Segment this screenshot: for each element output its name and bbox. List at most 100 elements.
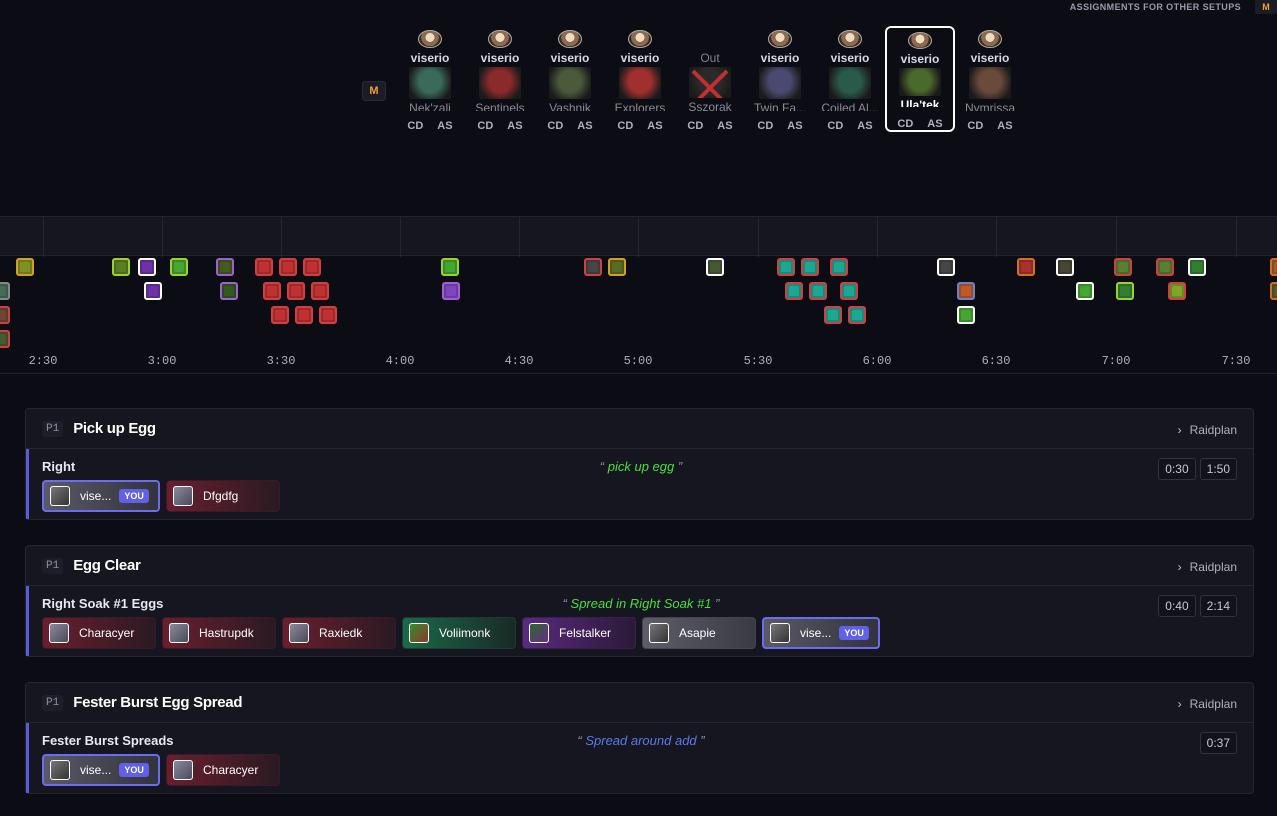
cd-tag[interactable]: CD <box>547 120 563 132</box>
time-pill[interactable]: 1:50 <box>1199 458 1237 480</box>
ability-icon[interactable] <box>138 258 156 276</box>
cd-tag[interactable]: CD <box>687 120 703 132</box>
ability-icon[interactable] <box>937 258 955 276</box>
ability-icon[interactable] <box>706 258 724 276</box>
ability-icon[interactable] <box>957 306 975 324</box>
ability-icon[interactable] <box>1017 258 1035 276</box>
ability-icon[interactable] <box>442 282 460 300</box>
time-pill[interactable]: 0:30 <box>1158 458 1196 480</box>
cd-tag[interactable]: CD <box>897 118 913 130</box>
as-tag[interactable]: AS <box>437 120 452 132</box>
cd-tag[interactable]: CD <box>757 120 773 132</box>
boss-card[interactable]: viserio Coiled Al... CD AS <box>815 26 885 132</box>
ability-icon[interactable] <box>319 306 337 324</box>
ability-icon[interactable] <box>279 258 297 276</box>
player-chip[interactable]: Characyer <box>42 617 156 649</box>
as-tag[interactable]: AS <box>787 120 802 132</box>
ability-icon[interactable] <box>608 258 626 276</box>
ability-icon[interactable] <box>1156 258 1174 276</box>
boss-card[interactable]: viserio Explorers CD AS <box>605 26 675 132</box>
player-chip[interactable]: vise... YOU <box>762 617 880 649</box>
ability-icon[interactable] <box>830 258 848 276</box>
raidplan-link[interactable]: › Raidplan <box>1178 697 1237 711</box>
as-tag[interactable]: AS <box>927 118 942 130</box>
cd-tag[interactable]: CD <box>407 120 423 132</box>
boss-card[interactable]: viserio Vashnik CD AS <box>535 26 605 132</box>
player-chip[interactable]: Raxiedk <box>282 617 396 649</box>
player-chip[interactable]: Voliimonk <box>402 617 516 649</box>
boss-name: Twin Fa... <box>753 100 806 111</box>
ability-icon[interactable] <box>263 282 281 300</box>
ability-icon[interactable] <box>112 258 130 276</box>
ability-icon[interactable] <box>144 282 162 300</box>
ability-icon[interactable] <box>1056 258 1074 276</box>
ability-icon[interactable] <box>0 282 10 300</box>
ability-icon[interactable] <box>1116 282 1134 300</box>
player-chip[interactable]: Dfgdfg <box>166 480 280 512</box>
ability-icon[interactable] <box>441 258 459 276</box>
ability-icon[interactable] <box>1076 282 1094 300</box>
difficulty-toggle-button[interactable]: M <box>1255 0 1277 14</box>
cd-tag[interactable]: CD <box>967 120 983 132</box>
ability-icon[interactable] <box>216 258 234 276</box>
as-tag[interactable]: AS <box>577 120 592 132</box>
ability-icon[interactable] <box>303 258 321 276</box>
player-name: viserio <box>620 51 660 66</box>
player-chip[interactable]: Hastrupdk <box>162 617 276 649</box>
as-tag[interactable]: AS <box>997 120 1012 132</box>
ability-icon[interactable] <box>809 282 827 300</box>
ability-icon[interactable] <box>271 306 289 324</box>
ability-icon[interactable] <box>295 306 313 324</box>
time-pill[interactable]: 0:40 <box>1158 595 1196 617</box>
ability-icon[interactable] <box>1188 258 1206 276</box>
ability-icon[interactable] <box>287 282 305 300</box>
player-chip[interactable]: vise... YOU <box>42 480 160 512</box>
timeline-tick-label: 6:00 <box>862 354 892 368</box>
ability-icon[interactable] <box>848 306 866 324</box>
ability-icon[interactable] <box>220 282 238 300</box>
ability-icon[interactable] <box>311 282 329 300</box>
ability-icon[interactable] <box>584 258 602 276</box>
boss-card[interactable]: viserio Sentinels CD AS <box>465 26 535 132</box>
time-pill[interactable]: 0:37 <box>1199 732 1237 754</box>
boss-card[interactable]: viserio Ula'tek CD AS <box>885 26 955 132</box>
ability-icon[interactable] <box>16 258 34 276</box>
as-tag[interactable]: AS <box>507 120 522 132</box>
player-chip[interactable]: Asapie <box>642 617 756 649</box>
boss-card[interactable]: viserio Twin Fa... CD AS <box>745 26 815 132</box>
ability-icon[interactable] <box>1270 258 1277 276</box>
other-setups-label[interactable]: ASSIGNMENTS FOR OTHER SETUPS <box>1070 2 1241 12</box>
ability-icon[interactable] <box>1168 282 1186 300</box>
cd-tag[interactable]: CD <box>617 120 633 132</box>
ability-icon[interactable] <box>785 282 803 300</box>
player-chip[interactable]: vise... YOU <box>42 754 160 786</box>
cd-tag[interactable]: CD <box>477 120 493 132</box>
ability-icon[interactable] <box>957 282 975 300</box>
as-tag[interactable]: AS <box>717 120 732 132</box>
ability-icon[interactable] <box>0 306 10 324</box>
boss-card[interactable]: Out Sszorak CD AS <box>675 26 745 132</box>
ability-icon[interactable] <box>1270 282 1277 300</box>
player-chip[interactable]: Characyer <box>166 754 280 786</box>
ability-icon[interactable] <box>1114 258 1132 276</box>
boss-card[interactable]: viserio Nymrissa CD AS <box>955 26 1025 132</box>
boss-card[interactable]: viserio Nek'zali CD AS <box>395 26 465 132</box>
cd-tag[interactable]: CD <box>827 120 843 132</box>
player-name: vise... <box>800 626 832 640</box>
player-avatar <box>488 30 512 49</box>
raidplan-link[interactable]: › Raidplan <box>1178 423 1237 437</box>
ability-icon[interactable] <box>255 258 273 276</box>
player-chip[interactable]: Felstalker <box>522 617 636 649</box>
time-pill[interactable]: 2:14 <box>1199 595 1237 617</box>
ability-icon[interactable] <box>0 330 10 348</box>
difficulty-badge[interactable]: M <box>362 81 386 101</box>
as-tag[interactable]: AS <box>647 120 662 132</box>
ability-icon[interactable] <box>777 258 795 276</box>
player-name: viserio <box>830 51 870 66</box>
raidplan-link[interactable]: › Raidplan <box>1178 560 1237 574</box>
ability-icon[interactable] <box>170 258 188 276</box>
ability-icon[interactable] <box>840 282 858 300</box>
ability-icon[interactable] <box>824 306 842 324</box>
ability-icon[interactable] <box>801 258 819 276</box>
as-tag[interactable]: AS <box>857 120 872 132</box>
